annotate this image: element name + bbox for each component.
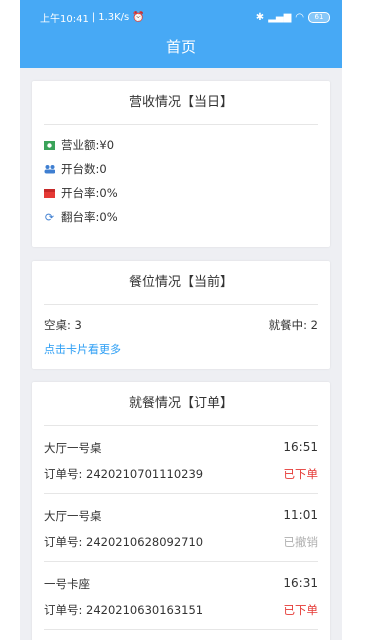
view-more-link[interactable]: 点击卡片看更多 bbox=[32, 333, 330, 357]
revenue-item-turnover: 营业额: ¥0 bbox=[44, 133, 318, 157]
seats-card-title: 餐位情况【当前】 bbox=[44, 261, 318, 305]
dining-tables: 就餐中: 2 bbox=[268, 318, 318, 332]
alarm-icon: ⏰ bbox=[132, 11, 145, 23]
order-status: 已下单 bbox=[283, 467, 319, 481]
orders-card[interactable]: 就餐情况【订单】 大厅一号桌 16:51 订单号: 24202107011102… bbox=[32, 382, 330, 640]
top-bar: 上午10:41 | 1.3K/s ⏰ ✱ ▂▄▆ ◠ 61 首页 bbox=[20, 0, 342, 68]
seats-card[interactable]: 餐位情况【当前】 空桌: 3 就餐中: 2 点击卡片看更多 bbox=[32, 261, 330, 369]
orders-card-title: 就餐情况【订单】 bbox=[44, 382, 318, 426]
empty-tables: 空桌: 3 bbox=[44, 318, 82, 332]
revenue-item-open-rate: 开台率: 0% bbox=[44, 181, 318, 205]
order-item[interactable]: 大厅一号桌 16:51 订单号: 2420210701110239 已下单 bbox=[44, 426, 318, 494]
order-item[interactable]: 大厅一号桌 11:01 订单号: 2420210628092710 已撤销 bbox=[44, 494, 318, 562]
network-speed: 1.3K/s bbox=[98, 11, 130, 23]
bluetooth-icon: ✱ bbox=[255, 11, 265, 23]
revenue-card-title: 营收情况【当日】 bbox=[44, 81, 318, 125]
order-status: 已撤销 bbox=[283, 535, 319, 549]
order-time: 16:31 bbox=[283, 576, 318, 590]
order-number: 订单号: 2420210630163151 bbox=[44, 603, 204, 617]
money-icon bbox=[44, 140, 55, 151]
order-number: 订单号: 2420210701110239 bbox=[44, 467, 204, 481]
order-table: 大厅一号桌 bbox=[44, 441, 102, 455]
status-time: 上午10:41 bbox=[40, 13, 89, 25]
phone-screen: 上午10:41 | 1.3K/s ⏰ ✱ ▂▄▆ ◠ 61 首页 营收情况【当日… bbox=[20, 0, 342, 640]
revenue-card[interactable]: 营收情况【当日】 营业额: ¥0 开台数: 0 开台率: 0% ⟳ 翻台率: … bbox=[32, 81, 330, 247]
signal-icon: ▂▄▆ bbox=[268, 11, 292, 23]
revenue-item-turnover-rate: ⟳ 翻台率: 0% bbox=[44, 210, 118, 224]
battery-icon: 61 bbox=[308, 11, 330, 23]
wifi-icon: ◠ bbox=[295, 11, 304, 23]
order-time: 16:51 bbox=[283, 440, 318, 454]
page-title: 首页 bbox=[165, 38, 196, 56]
order-table: 一号卡座 bbox=[44, 577, 90, 591]
revenue-item-open-tables: 开台数: 0 bbox=[44, 157, 318, 181]
refresh-icon: ⟳ bbox=[44, 210, 55, 224]
order-time: 11:01 bbox=[283, 508, 318, 522]
gift-icon bbox=[44, 188, 55, 199]
status-bar: 上午10:41 | 1.3K/s ⏰ ✱ ▂▄▆ ◠ 61 bbox=[20, 0, 342, 34]
order-table: 大厅一号桌 bbox=[44, 509, 102, 523]
order-status: 已下单 bbox=[283, 603, 319, 617]
order-item[interactable]: 一号卡座 16:31 订单号: 2420210630163151 已下单 bbox=[44, 562, 318, 630]
order-number: 订单号: 2420210628092710 bbox=[44, 535, 204, 549]
people-icon bbox=[44, 164, 55, 175]
